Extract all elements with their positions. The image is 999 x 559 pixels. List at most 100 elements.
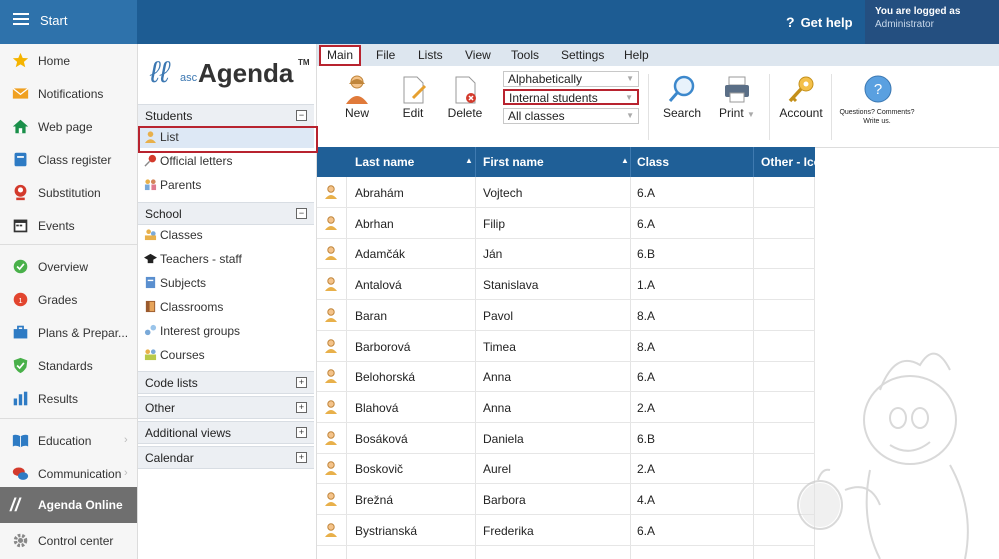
section-label: Code lists [145, 376, 198, 390]
key-icon [788, 76, 814, 103]
table-row[interactable]: Adamčák Ján 6.B [317, 238, 815, 270]
table-row[interactable]: Bosáková Daniela 6.B [317, 423, 815, 454]
sidebar-item-events[interactable]: Events [0, 211, 137, 241]
panel-item-official-letters[interactable]: Official letters [138, 150, 314, 172]
sidebar-item-label: Substitution [38, 186, 101, 200]
students-filter-select[interactable]: Internal students ▼ [503, 89, 639, 105]
print-button[interactable]: Print ▼ [715, 74, 759, 120]
table-row[interactable]: Boskovič Aurel 2.A [317, 453, 815, 485]
panel-item-classrooms[interactable]: Classrooms [138, 296, 314, 318]
student-icon [325, 277, 337, 292]
bar-chart-icon [13, 391, 28, 406]
menu-settings[interactable]: Settings [561, 48, 604, 62]
col-header-last-name[interactable]: Last name [355, 155, 414, 169]
sidebar-item-plans[interactable]: Plans & Prepar... [0, 318, 137, 348]
cell-class: 6.B [637, 247, 656, 262]
sidebar-item-education[interactable]: Education › [0, 426, 137, 456]
shield-check-icon [13, 357, 28, 374]
cell-class: 6.B [637, 431, 656, 446]
feather-icon: ℓℓ [150, 56, 170, 89]
col-header-other[interactable]: Other - Ico [761, 155, 815, 169]
sidebar-item-home[interactable]: Home [0, 46, 137, 76]
get-help-button[interactable]: ? Get help [786, 14, 853, 30]
menu-lists[interactable]: Lists [418, 48, 443, 62]
menu-file[interactable]: File [376, 48, 395, 62]
print-label: Print [719, 106, 744, 120]
panel-item-parents[interactable]: Parents [138, 174, 314, 196]
sidebar-item-label: Overview [38, 260, 89, 274]
sidebar-item-label: Control center [38, 534, 114, 548]
new-button[interactable]: New [339, 74, 375, 120]
table-row[interactable]: Barborová Timea 8.A [317, 331, 815, 362]
menu-view[interactable]: View [465, 48, 491, 62]
class-filter-value: All classes [508, 109, 565, 123]
user-box[interactable]: You are logged as Administrator [865, 0, 999, 44]
start-menu-button[interactable]: Start [0, 0, 137, 44]
sidebar-item-communication[interactable]: Communication › [0, 459, 137, 489]
menu-main[interactable]: Main [319, 45, 361, 66]
collapse-icon[interactable]: − [296, 208, 307, 219]
sidebar-item-grades[interactable]: 1 Grades [0, 285, 137, 315]
cell-first-name: Pavol [483, 308, 514, 323]
sidebar-item-agenda-online[interactable]: // Agenda Online [0, 487, 137, 523]
sidebar-item-standards[interactable]: Standards [0, 351, 137, 381]
panel-item-teachers-staff[interactable]: Teachers - staff [138, 248, 314, 270]
sidebar-item-substitution[interactable]: Substitution [0, 178, 137, 208]
menu-tools[interactable]: Tools [511, 48, 539, 62]
sidebar-item-control-center[interactable]: Control center [0, 526, 137, 556]
section-additional-views[interactable]: Additional views + [138, 421, 314, 444]
register-icon [14, 152, 27, 167]
cell-class: 2.A [637, 400, 656, 415]
panel-item-classes[interactable]: Classes [138, 224, 314, 246]
subjects-icon [145, 276, 156, 289]
questions-link[interactable]: Questions? Comments? Write us. [837, 108, 917, 126]
chevron-down-icon: ▼ [626, 74, 634, 83]
sidebar-item-results[interactable]: Results [0, 384, 137, 414]
sidebar-item-class-register[interactable]: Class register [0, 145, 137, 175]
table-row[interactable]: Bystrianská Frederika 6.A [317, 515, 815, 546]
table-row[interactable]: Baran Pavol 8.A [317, 300, 815, 331]
table-row[interactable]: Abrahám Vojtech 6.A [317, 177, 815, 208]
sidebar-item-web-page[interactable]: Web page [0, 112, 137, 142]
svg-text:1: 1 [18, 296, 22, 305]
expand-icon[interactable]: + [296, 402, 307, 413]
table-row[interactable]: Blahová Anna 2.A [317, 392, 815, 423]
section-code-lists[interactable]: Code lists + [138, 371, 314, 394]
delete-button[interactable]: Delete [447, 74, 483, 120]
panel-item-interest-groups[interactable]: Interest groups [138, 320, 314, 342]
question-circle-icon[interactable]: ? [863, 74, 893, 104]
search-button[interactable]: Search [662, 74, 702, 120]
sidebar-item-label: Web page [38, 120, 93, 134]
parents-icon [144, 179, 157, 191]
expand-icon[interactable]: + [296, 377, 307, 388]
expand-icon[interactable]: + [296, 427, 307, 438]
section-other[interactable]: Other + [138, 396, 314, 419]
panel-item-subjects[interactable]: Subjects [138, 272, 314, 294]
asc-agenda-logo: ℓℓ asc Agenda TM [148, 54, 310, 94]
table-row[interactable]: Belohorská Anna 6.A [317, 361, 815, 393]
section-students[interactable]: Students − [138, 104, 314, 127]
sort-select[interactable]: Alphabetically ▼ [503, 71, 639, 87]
expand-icon[interactable]: + [296, 452, 307, 463]
collapse-icon[interactable]: − [296, 110, 307, 121]
edit-button[interactable]: Edit [395, 74, 431, 120]
panel-item-courses[interactable]: Courses [138, 344, 314, 366]
table-row[interactable]: Brežná Barbora 4.A [317, 484, 815, 515]
grades-icon: 1 [13, 292, 28, 307]
col-header-first-name[interactable]: First name [483, 155, 544, 169]
ribbon: Main File Lists View Tools Settings Help… [317, 44, 999, 148]
menu-help[interactable]: Help [624, 48, 649, 62]
col-header-class[interactable]: Class [637, 155, 669, 169]
section-school[interactable]: School − [138, 202, 314, 225]
account-button[interactable]: Account [779, 74, 823, 120]
house-icon [12, 119, 29, 134]
class-filter-select[interactable]: All classes ▼ [503, 108, 639, 124]
hamburger-icon [13, 13, 29, 25]
star-icon [12, 52, 29, 68]
table-row[interactable]: Antalová Stanislava 1.A [317, 269, 815, 301]
sidebar-item-overview[interactable]: Overview [0, 252, 137, 282]
delete-document-icon [455, 76, 476, 104]
table-row[interactable]: Abrhan Filip 6.A [317, 208, 815, 239]
sidebar-item-notifications[interactable]: Notifications [0, 79, 137, 109]
section-calendar[interactable]: Calendar + [138, 446, 314, 469]
